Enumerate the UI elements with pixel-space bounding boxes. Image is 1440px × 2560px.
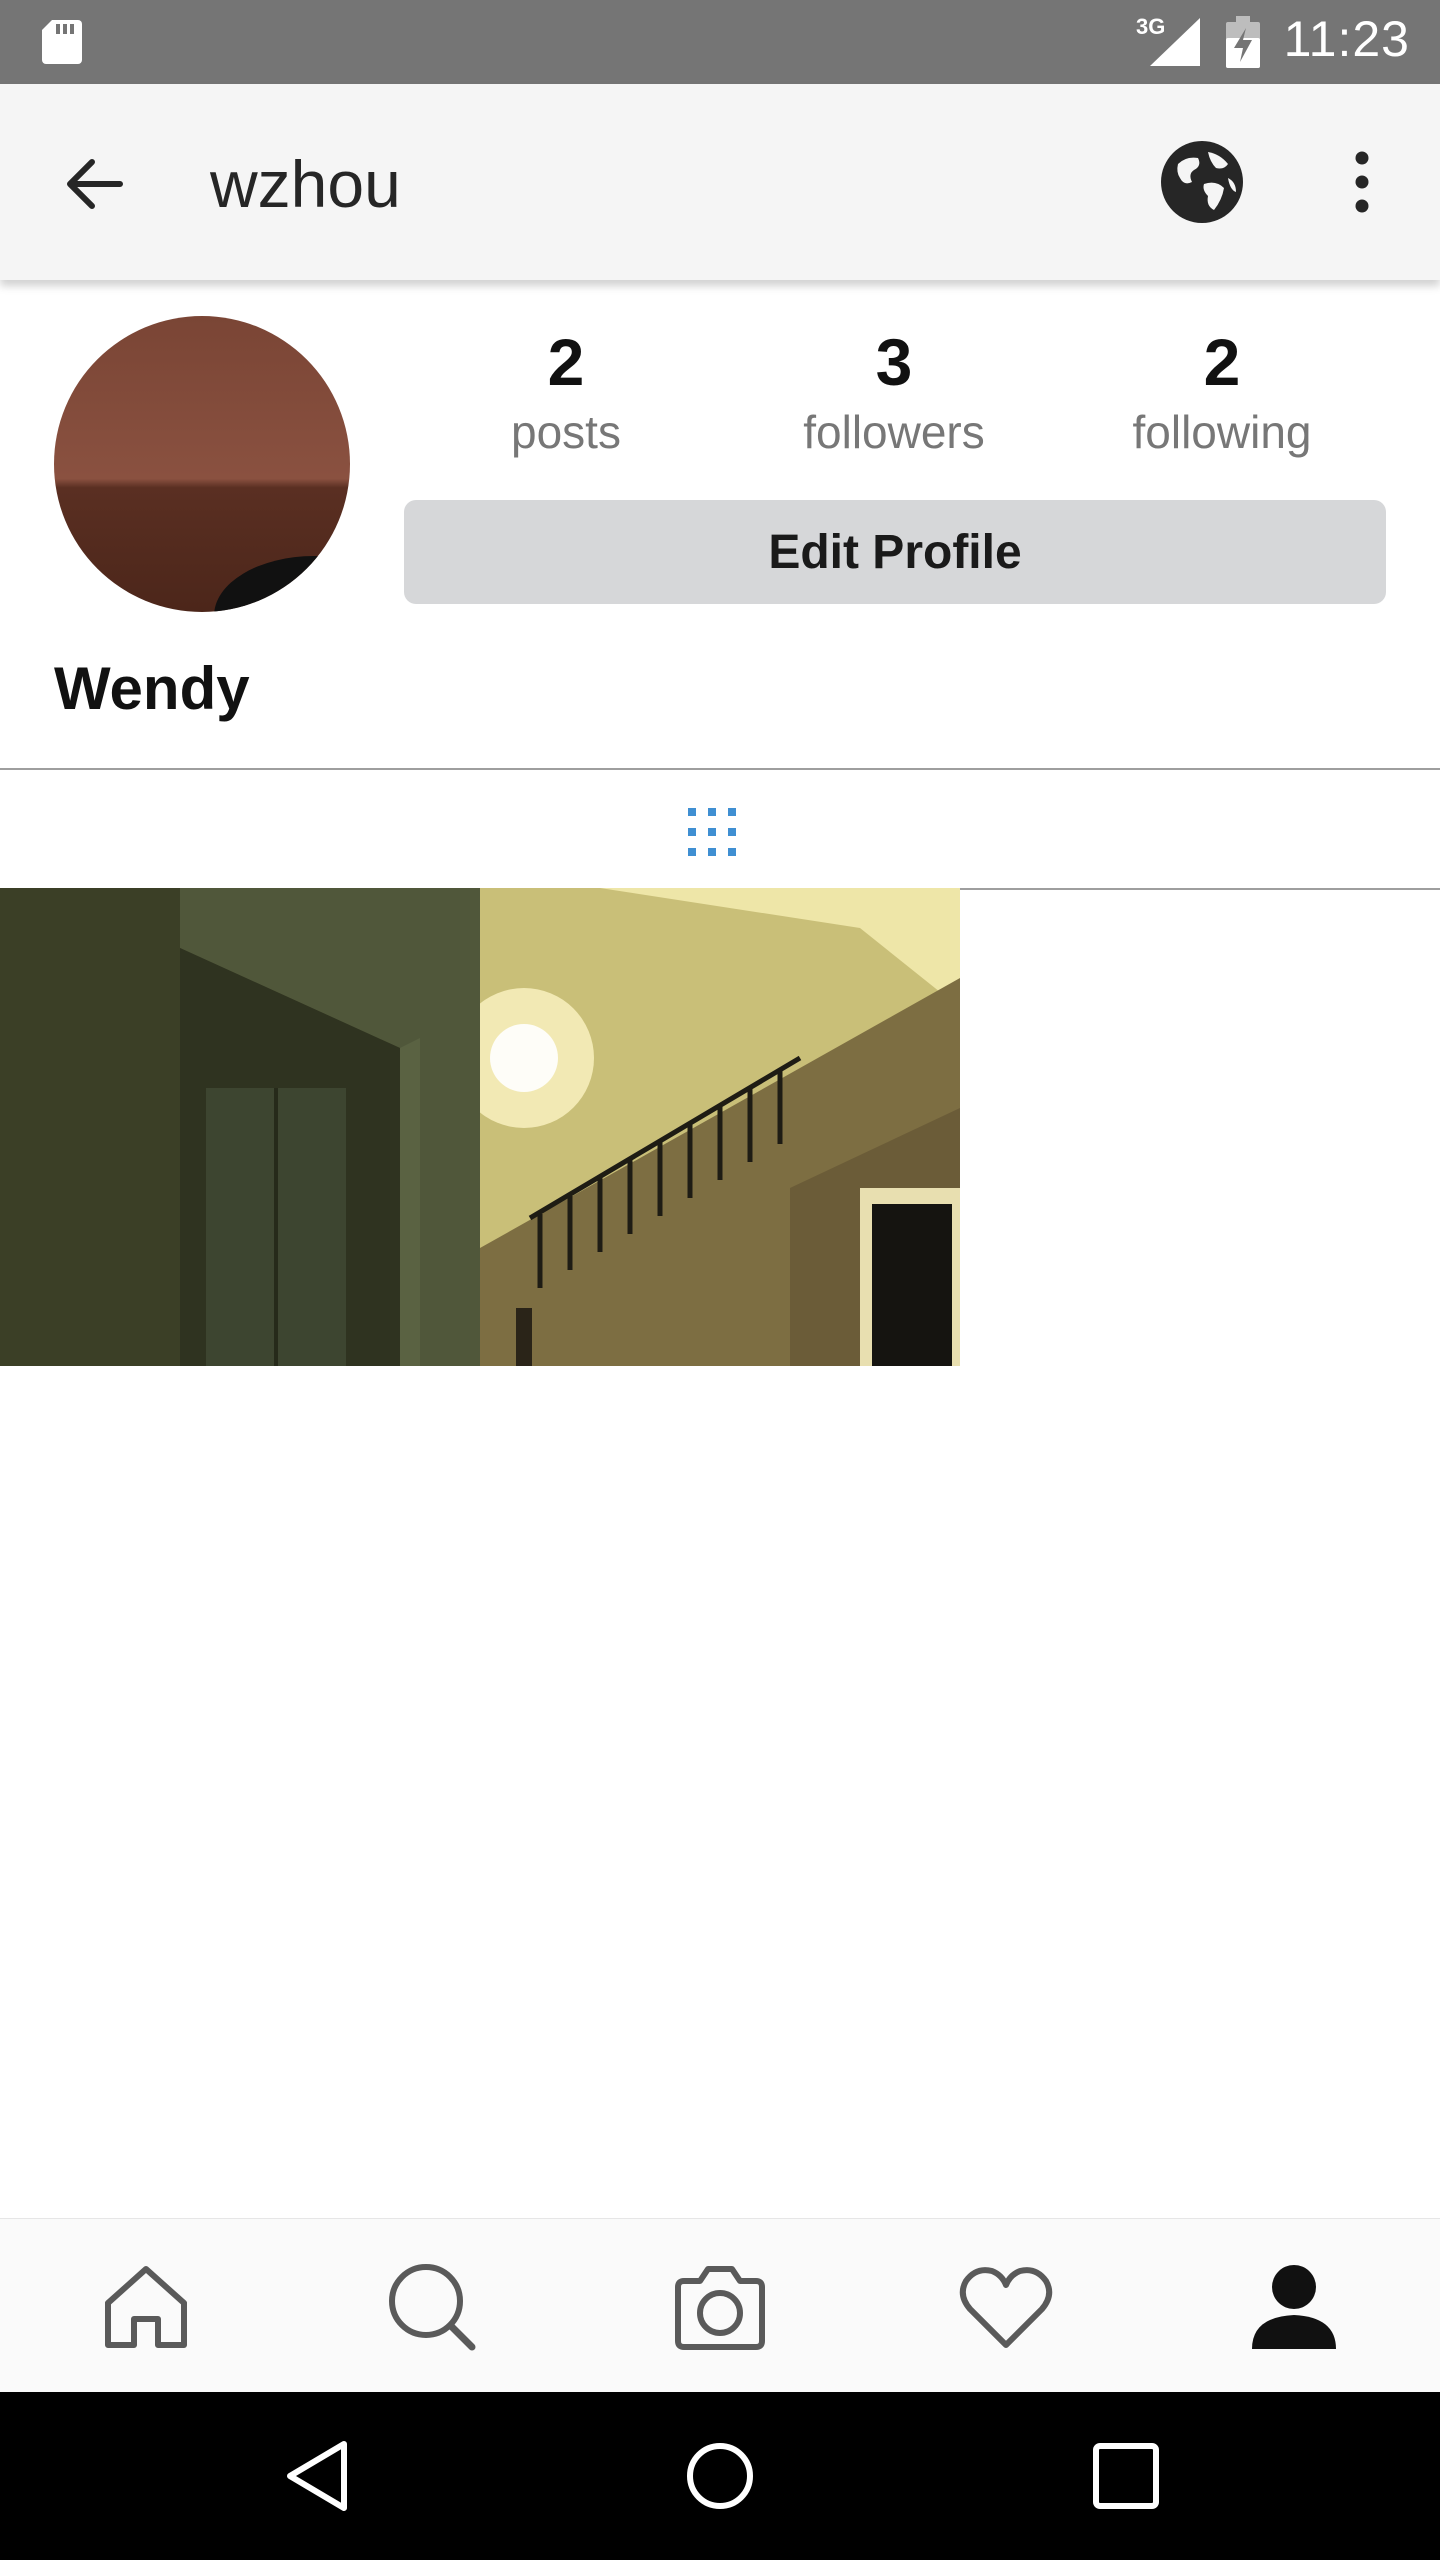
heart-icon[interactable] (956, 2257, 1056, 2357)
avatar[interactable] (54, 316, 350, 612)
stat-followers[interactable]: 3 followers (734, 320, 1054, 460)
profile-icon[interactable] (1244, 2257, 1344, 2357)
followers-label: followers (803, 406, 985, 458)
nav-recents-icon[interactable] (1090, 2440, 1162, 2512)
edit-profile-button[interactable]: Edit Profile (404, 500, 1386, 604)
bottom-navigation (0, 2218, 1440, 2393)
post-photo-1-image (0, 888, 480, 1366)
system-navigation-bar (0, 2392, 1440, 2560)
nav-home-icon[interactable] (684, 2436, 756, 2516)
view-tabs (0, 768, 1440, 890)
cell-signal-icon (1150, 18, 1200, 66)
post-photo-2[interactable] (480, 888, 960, 1366)
grid-view-icon[interactable] (686, 806, 738, 858)
post-photo-2-image (480, 888, 960, 1366)
clock: 11:23 (1283, 11, 1410, 67)
posts-label: posts (511, 406, 621, 458)
display-name: Wendy (54, 655, 250, 722)
username-title: wzhou (210, 147, 401, 221)
posts-count: 2 (547, 325, 585, 399)
battery-charging-icon (1226, 16, 1260, 68)
profile-header: wzhou (0, 84, 1440, 280)
more-vertical-icon[interactable] (1340, 150, 1384, 214)
stat-posts[interactable]: 2 posts (406, 320, 726, 460)
home-icon[interactable] (96, 2257, 196, 2357)
post-photo-1[interactable] (0, 888, 480, 1366)
camera-icon[interactable] (670, 2257, 770, 2357)
status-bar: 3G 11:23 (0, 0, 1440, 84)
following-label: following (1132, 406, 1312, 458)
following-count: 2 (1203, 325, 1241, 399)
back-arrow-icon[interactable] (62, 152, 126, 216)
stat-following[interactable]: 2 following (1062, 320, 1382, 460)
followers-count: 3 (875, 325, 913, 399)
sd-card-icon (42, 20, 82, 64)
avatar-shadow (214, 556, 350, 612)
globe-icon[interactable] (1158, 138, 1246, 226)
search-icon[interactable] (382, 2257, 482, 2357)
nav-back-icon[interactable] (282, 2436, 354, 2516)
